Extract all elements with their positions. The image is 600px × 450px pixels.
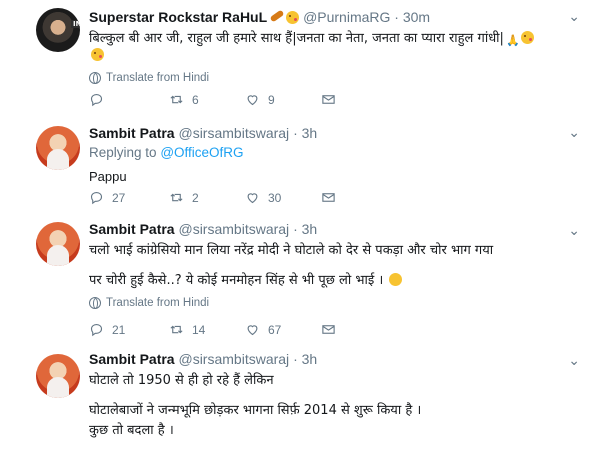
retweet-count: 14 [192, 322, 206, 337]
reply-button[interactable] [89, 92, 169, 107]
tweet-text: बिल्कुल बी आर जी, राहुल जी हमारे साथ हैं… [89, 30, 582, 64]
display-name[interactable]: Sambit Patra [89, 125, 175, 141]
reply-button[interactable]: 27 [89, 190, 169, 205]
tweet-time[interactable]: 30m [403, 9, 430, 25]
tweet-header: Superstar Rockstar RaHuL @PurnimaRG · 30… [89, 8, 582, 26]
tweet-actions: 21 14 67 [89, 322, 397, 337]
separator-dot: · [394, 9, 399, 25]
tweet-text-line-1: चलो भाई कांग्रेसियो मान लिया नरेंद्र मोद… [89, 243, 494, 258]
avatar[interactable] [36, 126, 80, 170]
message-icon [322, 95, 335, 104]
tweet-actions: 6 9 [89, 92, 397, 107]
like-button[interactable]: 67 [245, 322, 321, 337]
user-handle[interactable]: @sirsambitswaraj [178, 125, 289, 141]
retweet-button[interactable]: 6 [169, 92, 245, 107]
wink-emoji-icon [520, 31, 534, 44]
unamused-emoji-icon [389, 273, 403, 286]
tweet-time[interactable]: 3h [302, 221, 318, 237]
tweet-3[interactable]: ⌄ Sambit Patra @sirsambitswaraj · 3h चलो… [0, 214, 600, 345]
tweet-text-content: बिल्कुल बी आर जी, राहुल जी हमारे साथ हैं… [89, 31, 504, 46]
avatar[interactable] [36, 354, 80, 398]
tweet-actions: 27 2 30 [89, 190, 397, 205]
reply-count: 21 [112, 322, 126, 337]
globe-icon [89, 297, 101, 309]
display-name[interactable]: Superstar Rockstar RaHuL [89, 9, 267, 25]
tweet-text: Pappu [89, 169, 127, 184]
globe-icon [89, 72, 101, 84]
display-name[interactable]: Sambit Patra [89, 351, 175, 367]
tweet-header: Sambit Patra @sirsambitswaraj · 3h [89, 124, 582, 142]
translate-label[interactable]: Translate from Hindi [106, 297, 209, 309]
retweet-button[interactable]: 14 [169, 322, 245, 337]
message-icon [322, 193, 335, 202]
direct-message-button[interactable] [321, 92, 397, 107]
retweet-icon [170, 193, 183, 202]
reply-icon [90, 93, 103, 107]
tweet-text-line-1: घोटाले तो 1950 से ही हो रहे हैं लेकिन [89, 373, 274, 388]
tweet-text-line-2: पर चोरी हुई कैसे..? ये कोई मनमोहन सिंह स… [89, 272, 582, 289]
tweet-2[interactable]: ⌄ Sambit Patra @sirsambitswaraj · 3h Rep… [0, 114, 600, 215]
direct-message-button[interactable] [321, 322, 397, 337]
like-button[interactable]: 30 [245, 190, 321, 205]
avatar-label: INDIA [71, 20, 80, 28]
reply-icon [90, 191, 103, 205]
like-icon [247, 193, 258, 204]
retweet-icon [170, 95, 183, 104]
retweet-count: 6 [192, 92, 199, 107]
retweet-icon [170, 325, 183, 334]
direct-message-button[interactable] [321, 190, 397, 205]
tweet-header: Sambit Patra @sirsambitswaraj · 3h [89, 350, 582, 368]
separator-dot: · [293, 221, 298, 237]
guitar-icon [269, 9, 285, 23]
tweet-4[interactable]: ⌄ Sambit Patra @sirsambitswaraj · 3h घोट… [0, 344, 600, 450]
reply-count: 27 [112, 190, 126, 205]
display-name[interactable]: Sambit Patra [89, 221, 175, 237]
separator-dot: · [293, 351, 298, 367]
avatar[interactable] [36, 222, 80, 266]
reply-button[interactable]: 21 [89, 322, 169, 337]
wink-emoji-icon [286, 11, 300, 24]
like-count: 67 [268, 322, 282, 337]
tweet-time[interactable]: 3h [302, 125, 318, 141]
replying-to-link[interactable]: @OfficeOfRG [160, 145, 243, 160]
replying-to: Replying to @OfficeOfRG [89, 145, 582, 160]
tweet-1[interactable]: INDIA ⌄ Superstar Rockstar RaHuL @Purnim… [0, 0, 600, 115]
tweet-time[interactable]: 3h [302, 351, 318, 367]
translate-label[interactable]: Translate from Hindi [106, 72, 209, 84]
separator-dot: · [293, 125, 298, 141]
like-button[interactable]: 9 [245, 92, 321, 107]
tweet-text-line-2: घोटालेबाजों ने जन्मभूमि छोड़कर भागना सिर… [89, 403, 422, 418]
tweet-feed: INDIA ⌄ Superstar Rockstar RaHuL @Purnim… [0, 0, 600, 450]
wink-emoji-icon [91, 48, 104, 61]
retweet-button[interactable]: 2 [169, 190, 245, 205]
tweet-text-line-3: कुछ तो बदला है । [89, 423, 174, 438]
user-handle[interactable]: @sirsambitswaraj [178, 221, 289, 237]
user-handle[interactable]: @PurnimaRG [303, 9, 390, 25]
translate-link[interactable]: Translate from Hindi [89, 297, 582, 309]
retweet-count: 2 [192, 190, 199, 205]
message-icon [322, 325, 335, 334]
replying-label: Replying to [89, 145, 157, 160]
like-count: 9 [268, 92, 275, 107]
like-icon [247, 95, 258, 106]
tweet-text-content: पर चोरी हुई कैसे..? ये कोई मनमोहन सिंह स… [89, 273, 384, 288]
praying-hands-icon [506, 32, 519, 45]
reply-icon [90, 323, 103, 337]
avatar[interactable]: INDIA [36, 8, 80, 52]
translate-link[interactable]: Translate from Hindi [89, 72, 582, 84]
like-icon [247, 325, 258, 336]
like-count: 30 [268, 190, 282, 205]
user-handle[interactable]: @sirsambitswaraj [178, 351, 289, 367]
tweet-header: Sambit Patra @sirsambitswaraj · 3h [89, 220, 582, 238]
